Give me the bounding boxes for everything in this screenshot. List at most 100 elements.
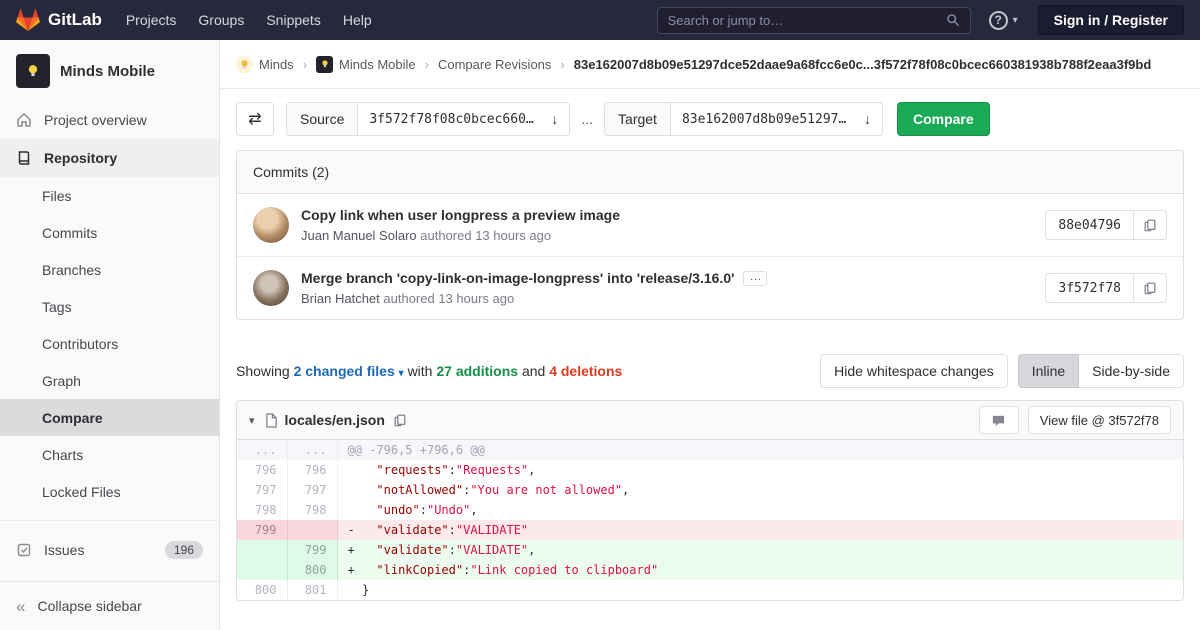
main-content: Minds › Minds Mobile › Compare Revisions… (220, 40, 1200, 630)
sidebar-item-compare[interactable]: Compare (0, 399, 219, 436)
diff-line-added: 800 + "linkCopied":"Link copied to clipb… (237, 560, 1183, 580)
sidebar-item-files[interactable]: Files (0, 177, 219, 214)
old-line-number[interactable]: 796 (237, 460, 288, 480)
source-ref-dropdown[interactable]: 3f572f78f08c0bcec660… ↓ (358, 102, 571, 136)
target-ref-value: 83e162007d8b09e51297… (681, 111, 847, 127)
sign-in-button[interactable]: Sign in / Register (1037, 5, 1184, 35)
sidebar-item-tags[interactable]: Tags (0, 288, 219, 325)
toggle-comments-button[interactable] (978, 406, 1019, 434)
sidebar-item-issues[interactable]: Issues 196 (0, 531, 219, 569)
diff-line-code: "undo":"Undo", (347, 503, 478, 517)
gitlab-logo[interactable]: GitLab (16, 8, 102, 32)
nav-projects[interactable]: Projects (126, 12, 177, 28)
search-icon (946, 14, 959, 26)
old-line-number[interactable]: 798 (237, 500, 288, 520)
hunk-header-text: @@ -796,5 +796,6 @@ (337, 440, 1183, 460)
search-box[interactable] (656, 6, 971, 34)
help-menu[interactable]: ? ▾ (988, 10, 1018, 30)
new-line-number[interactable] (287, 520, 338, 540)
avatar (253, 207, 289, 243)
copy-sha-button[interactable] (1134, 210, 1167, 240)
commit-sha-link[interactable]: 88e04796 (1045, 210, 1134, 240)
new-line-number[interactable]: 800 (287, 560, 338, 580)
commit-meta-text: authored 13 hours ago (420, 228, 552, 243)
diff-view-toggle: Inline Side-by-side (1017, 354, 1184, 388)
diff-view-controls: Hide whitespace changes Inline Side-by-s… (820, 354, 1184, 388)
range-dots: ... (581, 111, 594, 127)
old-line-number[interactable] (237, 560, 288, 580)
breadcrumb-minds[interactable]: Minds (236, 55, 294, 73)
commit-author-link[interactable]: Brian Hatchet (301, 291, 380, 306)
commit-info: Copy link when user longpress a preview … (301, 207, 1045, 243)
file-icon (265, 412, 277, 428)
project-header[interactable]: Minds Mobile (0, 40, 219, 101)
commit-description-expander[interactable]: … (743, 270, 768, 286)
sidebar-item-commits[interactable]: Commits (0, 214, 219, 251)
diff-stats-text: Showing 2 changed files ▾ with 27 additi… (236, 363, 622, 379)
old-line-number[interactable]: ... (237, 440, 288, 460)
nav-snippets[interactable]: Snippets (266, 12, 320, 28)
sidebar-item-charts[interactable]: Charts (0, 436, 219, 473)
compare-button[interactable]: Compare (896, 102, 990, 136)
commit-title-link[interactable]: Copy link when user longpress a preview … (301, 207, 620, 223)
sidebar-item-repository[interactable]: Repository (0, 139, 219, 177)
new-line-number[interactable]: 799 (287, 540, 338, 560)
new-line-number[interactable]: 801 (287, 580, 338, 600)
new-line-number[interactable]: 796 (287, 460, 338, 480)
side-by-side-view-button[interactable]: Side-by-side (1079, 354, 1184, 388)
commit-info: Merge branch 'copy-link-on-image-longpre… (301, 270, 1045, 306)
collapse-file-caret-icon[interactable]: ▾ (249, 414, 255, 427)
new-line-number[interactable]: ... (287, 440, 338, 460)
clipboard-icon (1144, 282, 1156, 295)
breadcrumb-minds-mobile[interactable]: Minds Mobile (316, 55, 416, 73)
copy-sha-button[interactable] (1134, 273, 1167, 303)
diff-line-deleted: 799 - "validate":"VALIDATE" (237, 520, 1183, 540)
collapse-sidebar-label: Collapse sidebar (37, 598, 142, 614)
breadcrumb-separator: › (560, 56, 565, 72)
diff-file-actions: View file @ 3f572f78 (978, 406, 1171, 434)
new-line-number[interactable]: 797 (287, 480, 338, 500)
source-ref-value: 3f572f78f08c0bcec660… (369, 111, 534, 127)
issues-count-badge: 196 (164, 541, 203, 559)
view-file-button[interactable]: View file @ 3f572f78 (1027, 406, 1171, 434)
old-line-number[interactable]: 800 (237, 580, 288, 600)
showing-label: Showing (236, 363, 290, 379)
inline-view-button[interactable]: Inline (1017, 354, 1080, 388)
old-line-number[interactable]: 797 (237, 480, 288, 500)
project-name: Minds Mobile (60, 62, 155, 80)
diff-file-name[interactable]: locales/en.json (285, 412, 385, 428)
breadcrumb-label: Minds Mobile (339, 56, 416, 72)
commit-sha-link[interactable]: 3f572f78 (1045, 273, 1134, 303)
commits-panel-header: Commits (2) (237, 151, 1183, 194)
source-ref-group: Source 3f572f78f08c0bcec660… ↓ (286, 102, 571, 136)
and-label: and (521, 363, 546, 379)
lightbulb-icon (241, 59, 248, 68)
commit-author-link[interactable]: Juan Manuel Solaro (301, 228, 417, 243)
logo-text: GitLab (48, 10, 102, 29)
sidebar-item-project-overview[interactable]: Project overview (0, 101, 219, 139)
swap-revisions-button[interactable]: ⇄ (236, 102, 274, 136)
search-input[interactable] (667, 12, 946, 28)
sidebar-item-locked-files[interactable]: Locked Files (0, 473, 219, 510)
sidebar-item-branches[interactable]: Branches (0, 251, 219, 288)
sidebar-item-graph[interactable]: Graph (0, 362, 219, 399)
changed-files-dropdown[interactable]: 2 changed files ▾ (294, 363, 404, 379)
nav-help[interactable]: Help (343, 12, 372, 28)
hide-whitespace-button[interactable]: Hide whitespace changes (820, 354, 1008, 388)
breadcrumb-compare-revisions[interactable]: Compare Revisions (438, 57, 551, 72)
target-label: Target (604, 102, 671, 136)
diff-stats-bar: Showing 2 changed files ▾ with 27 additi… (236, 354, 1184, 388)
new-line-number[interactable]: 798 (287, 500, 338, 520)
nav-groups[interactable]: Groups (198, 12, 244, 28)
collapse-sidebar-button[interactable]: « Collapse sidebar (0, 581, 219, 630)
commit-title-link[interactable]: Merge branch 'copy-link-on-image-longpre… (301, 270, 734, 286)
sidebar-item-contributors[interactable]: Contributors (0, 325, 219, 362)
copy-file-path-button[interactable] (393, 413, 407, 427)
primary-nav: Projects Groups Snippets Help (126, 12, 394, 28)
target-ref-dropdown[interactable]: 83e162007d8b09e51297… ↓ (670, 102, 883, 136)
old-line-number[interactable]: 799 (237, 520, 288, 540)
diff-line-code: "notAllowed":"You are not allowed", (347, 483, 630, 497)
compare-form: ⇄ Source 3f572f78f08c0bcec660… ↓ ... Tar… (220, 89, 1200, 136)
old-line-number[interactable] (237, 540, 288, 560)
commit-row: Merge branch 'copy-link-on-image-longpre… (237, 256, 1183, 319)
